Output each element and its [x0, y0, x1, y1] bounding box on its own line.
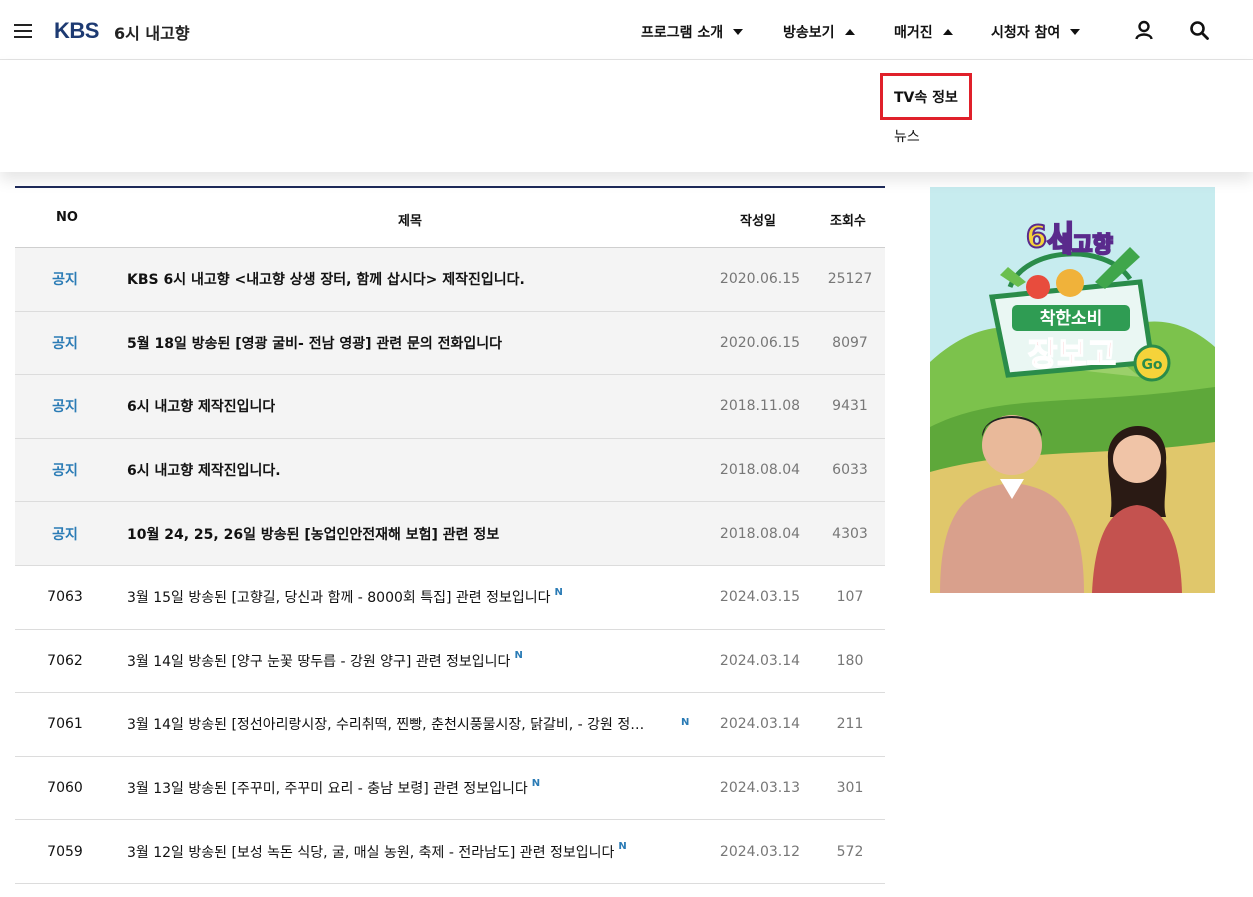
- search-icon[interactable]: [1189, 20, 1209, 40]
- row-date: 2024.03.14: [719, 716, 801, 733]
- row-date: 2020.06.15: [719, 271, 801, 288]
- table-row[interactable]: 7061 3월 14일 방송된 [정선아리랑시장, 수리취떡, 찐빵, 춘천시풍물…: [15, 693, 885, 757]
- hamburger-menu-icon[interactable]: [14, 24, 32, 38]
- row-views: 180: [836, 652, 864, 669]
- table-row[interactable]: 7062 3월 14일 방송된 [양구 눈꽃 땅두릅 - 강원 양구] 관련 정보…: [15, 630, 885, 694]
- caret-down-icon: [733, 29, 744, 35]
- row-number: 7062: [47, 652, 83, 669]
- notice-row[interactable]: 공지 6시 내고향 제작진입니다 2018.11.08 9431: [15, 375, 885, 439]
- nav-program-intro[interactable]: 프로그램 소개: [641, 22, 744, 42]
- header-views: 조회수: [830, 214, 866, 229]
- new-badge: N: [554, 586, 563, 598]
- row-title-link[interactable]: 3월 15일 방송된 [고향길, 당신과 함께 - 8000회 특집] 관련 정…: [127, 566, 712, 629]
- nav-label: 방송보기: [783, 25, 835, 41]
- row-views: 8097: [832, 334, 868, 351]
- new-badge: N: [618, 841, 627, 853]
- row-date: 2024.03.13: [719, 780, 801, 797]
- nav-magazine[interactable]: 매거진: [894, 22, 953, 42]
- row-title-link[interactable]: 5월 18일 방송된 [영광 굴비- 전남 영광] 관련 문의 전화입니다: [127, 312, 712, 375]
- row-views: 4303: [832, 525, 868, 542]
- nav-viewer-participation[interactable]: 시청자 참여: [991, 22, 1081, 42]
- caret-up-icon: [942, 29, 953, 35]
- banner-sub-top: 착한소비: [1040, 309, 1103, 329]
- row-title-link[interactable]: 10월 24, 25, 26일 방송된 [농업인안전재해 보험] 관련 정보: [127, 502, 712, 565]
- row-title-text: 6시 내고향 제작진입니다.: [127, 463, 281, 480]
- caret-down-icon: [1070, 29, 1081, 35]
- row-title-text: 3월 13일 방송된 [주꾸미, 주꾸미 요리 - 충남 보령] 관련 정보입니…: [127, 781, 528, 798]
- row-title-text: 6시 내고향 제작진입니다: [127, 399, 276, 416]
- new-badge: N: [681, 717, 690, 729]
- table-header: NO 제목 작성일 조회수: [15, 188, 885, 248]
- row-date: 2020.06.15: [719, 334, 801, 351]
- nav-label: 매거진: [894, 25, 933, 41]
- notice-label: 공지: [52, 526, 78, 543]
- header-title: 제목: [398, 214, 422, 229]
- row-title-link[interactable]: 6시 내고향 제작진입니다: [127, 375, 712, 438]
- row-date: 2018.11.08: [719, 398, 801, 415]
- notice-row[interactable]: 공지 5월 18일 방송된 [영광 굴비- 전남 영광] 관련 문의 전화입니다 2…: [15, 311, 885, 376]
- new-badge: N: [514, 650, 523, 662]
- row-title-text: 3월 15일 방송된 [고향길, 당신과 함께 - 8000회 특집] 관련 정…: [127, 590, 551, 607]
- row-title-link[interactable]: 3월 13일 방송된 [주꾸미, 주꾸미 요리 - 충남 보령] 관련 정보입니…: [127, 757, 712, 820]
- row-views: 107: [836, 589, 864, 606]
- magazine-dropdown: TV속 정보 뉴스: [0, 60, 1253, 172]
- row-views: 9431: [832, 398, 868, 415]
- notice-label: 공지: [52, 399, 78, 416]
- nav-watch[interactable]: 방송보기: [783, 22, 855, 42]
- row-date: 2024.03.15: [719, 589, 801, 606]
- row-date: 2024.03.12: [719, 843, 801, 860]
- notice-row[interactable]: 공지 10월 24, 25, 26일 방송된 [농업인안전재해 보험] 관련 정보…: [15, 502, 885, 566]
- row-title-text: KBS 6시 내고향 <내고향 상생 장터, 함께 삽시다> 제작진입니다.: [127, 272, 525, 289]
- nav-label: 시청자 참여: [991, 25, 1061, 41]
- table-row[interactable]: 7059 3월 12일 방송된 [보성 녹돈 식당, 굴, 매실 농원, 축제 -…: [15, 820, 885, 884]
- row-number: 7061: [47, 716, 83, 733]
- new-badge: N: [531, 777, 541, 789]
- row-views: 6033: [832, 462, 868, 479]
- row-title-link[interactable]: 6시 내고향 제작진입니다.: [127, 439, 712, 502]
- table-row[interactable]: 7060 3월 13일 방송된 [주꾸미, 주꾸미 요리 - 충남 보령] 관련 …: [15, 757, 885, 821]
- row-title-text: 3월 14일 방송된 [양구 눈꽃 땅두릅 - 강원 양구] 관련 정보입니다: [127, 653, 511, 670]
- notice-row[interactable]: 공지 KBS 6시 내고향 <내고향 상생 장터, 함께 삽시다> 제작진입니다.…: [15, 248, 885, 312]
- row-title-text: 10월 24, 25, 26일 방송된 [농업인안전재해 보험] 관련 정보: [127, 526, 500, 543]
- board-table: NO 제목 작성일 조회수 공지 KBS 6시 내고향 <내고향 상생 장터, 함…: [15, 186, 885, 884]
- site-title[interactable]: 6시 내고향: [114, 20, 190, 44]
- row-title-link[interactable]: KBS 6시 내고향 <내고향 상생 장터, 함께 삽시다> 제작진입니다.: [127, 248, 712, 311]
- banner-illustration: 착한소비 장보고 Go 6시 내고향: [930, 187, 1215, 593]
- table-row[interactable]: 7063 3월 15일 방송된 [고향길, 당신과 함께 - 8000회 특집] …: [15, 566, 885, 630]
- row-title-text: 3월 12일 방송된 [보성 녹돈 식당, 굴, 매실 농원, 축제 - 전라남…: [127, 844, 615, 861]
- row-views: 25127: [827, 271, 873, 288]
- kbs-logo[interactable]: KBS: [54, 18, 99, 44]
- caret-up-icon: [844, 29, 855, 35]
- row-title-link[interactable]: 3월 14일 방송된 [양구 눈꽃 땅두릅 - 강원 양구] 관련 정보입니다 N: [127, 630, 712, 693]
- notice-label: 공지: [52, 463, 78, 480]
- row-number: 7059: [47, 843, 83, 860]
- row-views: 301: [836, 780, 864, 797]
- dropdown-item-news[interactable]: 뉴스: [894, 126, 920, 146]
- banner-sub-main: 장보고: [1028, 335, 1116, 373]
- notice-label: 공지: [52, 272, 78, 289]
- row-views: 572: [836, 843, 864, 860]
- banner-sub-tag: Go: [1141, 357, 1162, 373]
- nav-label: 프로그램 소개: [641, 25, 724, 41]
- row-title-link[interactable]: 3월 14일 방송된 [정선아리랑시장, 수리취떡, 찐빵, 춘천시풍물시장, …: [127, 693, 712, 756]
- notice-row[interactable]: 공지 6시 내고향 제작진입니다. 2018.08.04 6033: [15, 438, 885, 503]
- user-icon[interactable]: [1134, 20, 1154, 40]
- row-title-text: 3월 14일 방송된 [정선아리랑시장, 수리취떡, 찐빵, 춘천시풍물시장, …: [127, 717, 647, 734]
- header-no: NO: [56, 210, 78, 225]
- row-date: 2024.03.14: [719, 652, 801, 669]
- banner-logo-main: 내고향: [1052, 233, 1113, 258]
- top-header: KBS 6시 내고향 프로그램 소개 방송보기 매거진 시청자 참여: [0, 0, 1253, 60]
- header-date: 작성일: [740, 214, 776, 229]
- row-date: 2018.08.04: [719, 525, 801, 542]
- dropdown-item-tv-info[interactable]: TV속 정보: [894, 87, 958, 107]
- row-title-link[interactable]: 3월 12일 방송된 [보성 녹돈 식당, 굴, 매실 농원, 축제 - 전라남…: [127, 820, 712, 883]
- row-views: 211: [836, 716, 864, 733]
- row-number: 7060: [47, 780, 83, 797]
- notice-label: 공지: [52, 335, 78, 352]
- row-date: 2018.08.04: [719, 462, 801, 479]
- row-number: 7063: [47, 589, 83, 606]
- row-title-text: 5월 18일 방송된 [영광 굴비- 전남 영광] 관련 문의 전화입니다: [127, 335, 503, 352]
- promo-banner[interactable]: 착한소비 장보고 Go 6시 내고향: [930, 187, 1215, 593]
